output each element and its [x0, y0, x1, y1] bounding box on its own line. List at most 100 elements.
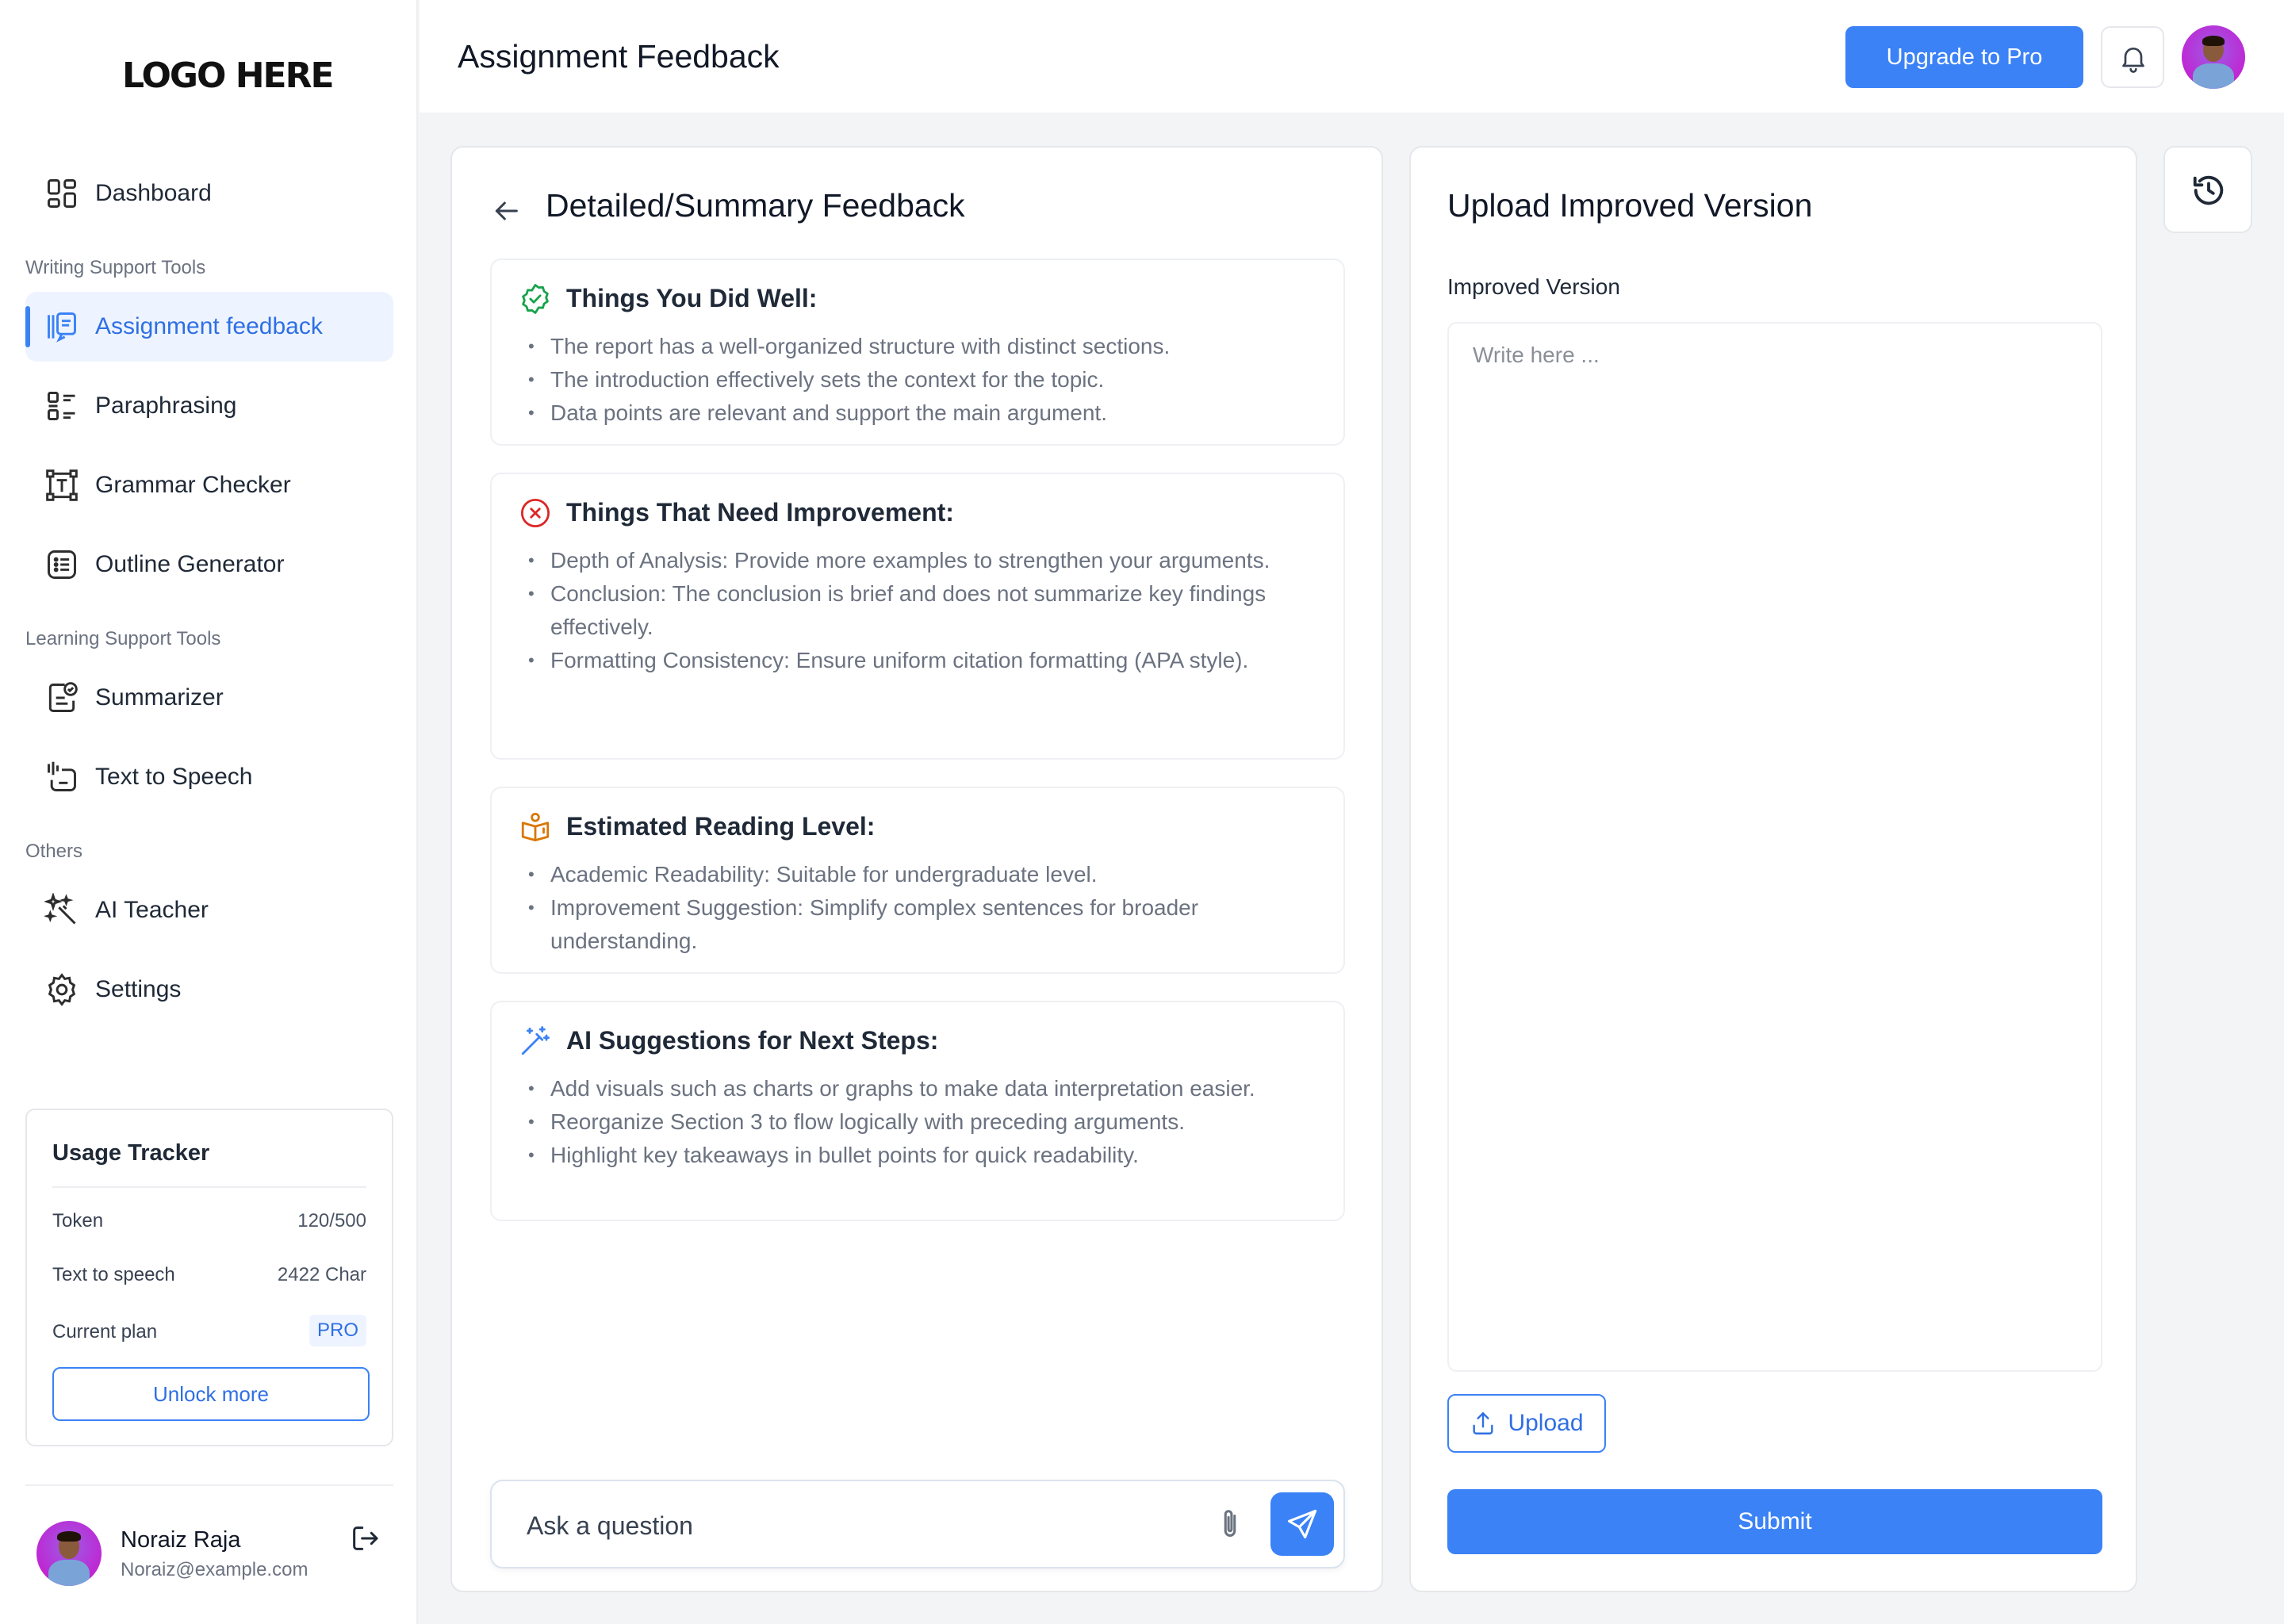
logo: LOGO HERE — [122, 56, 335, 96]
list-item: Academic Readability: Suitable for under… — [523, 858, 1316, 891]
summary-check-icon — [48, 682, 78, 712]
text-frame-icon — [46, 469, 78, 501]
outline-list-icon — [48, 550, 76, 579]
card-title: AI Suggestions for Next Steps: — [566, 1026, 939, 1055]
list-item: The report has a well-organized structur… — [523, 330, 1316, 363]
back-arrow-icon[interactable] — [490, 195, 522, 227]
usage-label: Token — [52, 1210, 104, 1231]
section-label-learning: Learning Support Tools — [25, 628, 221, 649]
upload-icon — [1473, 1412, 1493, 1434]
usage-label: Text to speech — [52, 1264, 175, 1285]
feedback-card-reading-level: Estimated Reading Level: Academic Readab… — [490, 787, 1345, 974]
sidebar-item-assignment-feedback[interactable]: Assignment feedback — [25, 292, 393, 362]
upload-panel: Upload Improved Version Improved Version… — [1409, 146, 2137, 1592]
unlock-more-button[interactable]: Unlock more — [52, 1367, 370, 1421]
sidebar-item-outline-generator[interactable]: Outline Generator — [25, 530, 393, 599]
divider — [25, 1484, 393, 1486]
upload-button[interactable]: Upload — [1447, 1394, 1606, 1453]
feedback-panel: Detailed/Summary Feedback Things You Did… — [450, 146, 1383, 1592]
magic-wand-icon — [44, 893, 76, 925]
sidebar-item-label: Settings — [95, 976, 182, 1002]
feedback-list: Academic Readability: Suitable for under… — [523, 858, 1316, 958]
bell-icon — [2122, 48, 2144, 73]
feedback-card-improvement: Things That Need Improvement: Depth of A… — [490, 473, 1345, 760]
list-item: The introduction effectively sets the co… — [523, 363, 1316, 396]
plan-badge: PRO — [308, 1315, 366, 1346]
notifications-button[interactable] — [2101, 26, 2164, 88]
book-reader-icon — [521, 812, 550, 842]
sidebar-item-summarizer[interactable]: Summarizer — [25, 663, 393, 733]
paperclip-icon[interactable] — [1212, 1507, 1248, 1543]
usage-value: 120/500 — [297, 1210, 366, 1231]
feedback-document-icon — [48, 312, 76, 343]
card-title: Estimated Reading Level: — [566, 812, 876, 841]
usage-title: Usage Tracker — [52, 1140, 210, 1166]
magic-wand-icon — [521, 1026, 550, 1055]
sidebar: LOGO HERE Dashboard Writing Support Tool… — [0, 0, 418, 1624]
list-item: Highlight key takeaways in bullet points… — [523, 1139, 1316, 1172]
feedback-card-did-well: Things You Did Well: The report has a we… — [490, 259, 1345, 446]
sidebar-item-label: Paraphrasing — [95, 393, 237, 419]
sidebar-item-grammar-checker[interactable]: Grammar Checker — [25, 450, 393, 520]
feedback-list: Add visuals such as charts or graphs to … — [523, 1072, 1316, 1172]
upload-label: Upload — [1508, 1410, 1584, 1436]
usage-row-token: Token 120/500 — [52, 1210, 366, 1232]
divider — [52, 1186, 366, 1188]
section-label-others: Others — [25, 841, 83, 862]
sidebar-item-label: AI Teacher — [95, 897, 209, 923]
profile-name: Noraiz Raja — [121, 1527, 241, 1553]
logout-icon[interactable] — [349, 1522, 381, 1554]
header: Assignment Feedback Upgrade to Pro — [420, 0, 2284, 113]
card-title: Things You Did Well: — [566, 284, 818, 312]
upload-title: Upload Improved Version — [1447, 187, 1813, 224]
section-label-writing: Writing Support Tools — [25, 257, 206, 278]
list-item: Add visuals such as charts or graphs to … — [523, 1072, 1316, 1105]
list-item: Formatting Consistency: Ensure uniform c… — [523, 644, 1316, 677]
list-item: Data points are relevant and support the… — [523, 396, 1316, 430]
x-circle-icon — [520, 498, 550, 528]
send-icon — [1287, 1509, 1317, 1539]
feedback-list: The report has a well-organized structur… — [523, 330, 1316, 430]
check-badge-icon — [522, 284, 549, 314]
sidebar-item-label: Assignment feedback — [95, 313, 323, 339]
history-button[interactable] — [2163, 146, 2252, 233]
submit-button[interactable]: Submit — [1447, 1489, 2102, 1554]
list-item: Depth of Analysis: Provide more examples… — [523, 544, 1316, 577]
list-item: Improvement Suggestion: Simplify complex… — [523, 891, 1316, 958]
improved-version-label: Improved Version — [1447, 274, 1620, 299]
sidebar-item-label: Text to Speech — [95, 764, 253, 790]
sidebar-item-settings[interactable]: Settings — [25, 955, 393, 1025]
sidebar-item-label: Dashboard — [95, 180, 212, 206]
sidebar-item-label: Summarizer — [95, 684, 224, 710]
header-avatar[interactable] — [2182, 25, 2245, 89]
dashboard-grid-icon — [48, 179, 76, 208]
list-item: Conclusion: The conclusion is brief and … — [523, 577, 1316, 644]
history-icon — [2193, 175, 2224, 205]
page-title: Assignment Feedback — [458, 38, 780, 75]
sidebar-item-paraphrasing[interactable]: Paraphrasing — [25, 371, 393, 441]
ask-question-bar — [490, 1480, 1345, 1568]
improved-version-textarea[interactable] — [1447, 322, 2102, 1372]
sidebar-item-label: Outline Generator — [95, 551, 285, 577]
avatar[interactable] — [36, 1521, 102, 1586]
ask-question-input[interactable] — [527, 1507, 1177, 1545]
feedback-card-ai-suggestions: AI Suggestions for Next Steps: Add visua… — [490, 1001, 1345, 1221]
usage-tracker: Usage Tracker Token 120/500 Text to spee… — [25, 1109, 393, 1446]
feedback-list: Depth of Analysis: Provide more examples… — [523, 544, 1316, 677]
sidebar-item-dashboard[interactable]: Dashboard — [25, 159, 393, 228]
usage-label: Current plan — [52, 1321, 158, 1342]
profile-email: Noraiz@example.com — [121, 1559, 308, 1580]
list-item: Reorganize Section 3 to flow logically w… — [523, 1105, 1316, 1139]
sidebar-item-text-to-speech[interactable]: Text to Speech — [25, 742, 393, 812]
upgrade-button[interactable]: Upgrade to Pro — [1845, 26, 2083, 88]
feedback-title: Detailed/Summary Feedback — [546, 187, 965, 224]
sidebar-item-ai-teacher[interactable]: AI Teacher — [25, 875, 393, 945]
card-title: Things That Need Improvement: — [566, 498, 954, 527]
send-button[interactable] — [1270, 1492, 1334, 1556]
usage-row-plan: Current plan PRO — [52, 1315, 366, 1346]
usage-value: 2422 Char — [277, 1264, 366, 1285]
list-icon — [48, 392, 75, 420]
speech-icon — [48, 761, 76, 791]
gear-icon — [48, 973, 76, 1006]
sidebar-item-label: Grammar Checker — [95, 472, 291, 498]
